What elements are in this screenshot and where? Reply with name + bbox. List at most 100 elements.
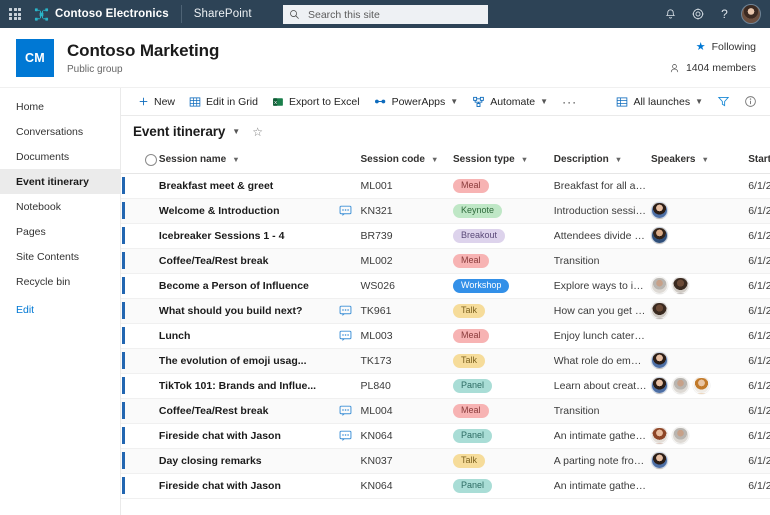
avatar[interactable]	[650, 352, 668, 369]
table-row[interactable]: Breakfast meet & greet ML001 Meal Breakfast…	[121, 173, 770, 199]
column-header-description[interactable]: Description ▼	[553, 147, 651, 174]
column-header-session-code[interactable]: Session code ▼	[360, 147, 453, 174]
table-row[interactable]: Day closing remarks KN037 Talk A parting no…	[121, 448, 770, 474]
cell-comment[interactable]	[334, 323, 361, 349]
row-select-checkbox[interactable]	[142, 373, 159, 399]
row-select-checkbox[interactable]	[142, 323, 159, 349]
table-row[interactable]: Fireside chat with Jason KN064 Panel An int…	[121, 423, 770, 449]
favorite-star-icon[interactable]: ☆	[252, 125, 263, 139]
contoso-logo[interactable]: Contoso Electronics	[34, 7, 169, 22]
comment-icon[interactable]	[334, 430, 356, 442]
chevron-down-icon[interactable]: ▼	[615, 155, 622, 164]
column-header-speakers[interactable]: Speakers ▼	[650, 147, 749, 174]
chevron-down-icon[interactable]: ▼	[232, 155, 239, 164]
row-select-checkbox[interactable]	[142, 223, 159, 249]
row-select-checkbox[interactable]	[142, 423, 159, 449]
sidebar-item-notebook[interactable]: Notebook	[0, 194, 120, 219]
cell-comment[interactable]	[334, 423, 361, 449]
cell-comment[interactable]	[334, 198, 361, 224]
sidebar-edit-link[interactable]: Edit	[0, 297, 120, 322]
avatar[interactable]	[650, 277, 668, 294]
avatar[interactable]	[671, 377, 689, 394]
cell-session-name[interactable]: Fireside chat with Jason	[158, 473, 335, 499]
members-button[interactable]: 1404 members	[669, 62, 756, 74]
row-select-checkbox[interactable]	[142, 398, 159, 424]
new-button[interactable]: New	[131, 89, 182, 115]
comment-icon[interactable]	[334, 305, 356, 317]
select-all-header[interactable]	[142, 147, 159, 174]
cell-session-name[interactable]: Become a Person of Influence	[158, 273, 335, 299]
view-selector-button[interactable]: All launches ▼	[609, 89, 710, 115]
sidebar-item-recycle-bin[interactable]: Recycle bin	[0, 269, 120, 294]
select-all-circle-icon[interactable]	[145, 153, 158, 166]
details-button[interactable]	[737, 89, 764, 115]
cell-session-name[interactable]: Coffee/Tea/Rest break	[158, 248, 335, 274]
cell-session-name[interactable]: TikTok 101: Brands and Influe...	[158, 373, 335, 399]
cell-session-name[interactable]: Fireside chat with Jason	[158, 423, 335, 449]
table-row[interactable]: Coffee/Tea/Rest break ML004 Meal Transition…	[121, 398, 770, 424]
avatar[interactable]	[650, 202, 668, 219]
sidebar-item-conversations[interactable]: Conversations	[0, 119, 120, 144]
cell-session-name[interactable]: Welcome & Introduction	[158, 198, 335, 224]
cell-session-name[interactable]: Coffee/Tea/Rest break	[158, 398, 335, 424]
cell-comment[interactable]	[334, 398, 361, 424]
column-header-start-time[interactable]: Start time▼	[748, 147, 770, 174]
avatar[interactable]	[671, 277, 689, 294]
export-to-excel-button[interactable]: X Export to Excel	[265, 89, 367, 115]
avatar[interactable]	[650, 302, 668, 319]
comment-icon[interactable]	[334, 205, 356, 217]
table-row[interactable]: Welcome & Introduction KN321 Keynote Introd…	[121, 198, 770, 224]
sidebar-item-documents[interactable]: Documents	[0, 144, 120, 169]
cell-session-name[interactable]: Breakfast meet & greet	[158, 173, 335, 199]
chevron-down-icon[interactable]: ▼	[521, 155, 528, 164]
cell-session-name[interactable]: Lunch	[158, 323, 335, 349]
app-name-sharepoint[interactable]: SharePoint	[194, 8, 252, 20]
table-row[interactable]: Fireside chat with Jason KN064 Panel An int…	[121, 473, 770, 499]
avatar[interactable]	[650, 227, 668, 244]
avatar[interactable]	[692, 377, 710, 394]
powerapps-button[interactable]: PowerApps ▼	[367, 89, 466, 115]
automate-button[interactable]: Automate ▼	[465, 89, 555, 115]
notifications-icon[interactable]	[657, 0, 684, 28]
chevron-down-icon[interactable]: ▼	[232, 127, 240, 136]
sidebar-item-event-itinerary[interactable]: Event itinerary	[0, 169, 120, 194]
site-search[interactable]	[283, 5, 488, 24]
overflow-menu-button[interactable]: ···	[555, 95, 584, 109]
row-select-checkbox[interactable]	[142, 473, 159, 499]
table-row[interactable]: TikTok 101: Brands and Influe... PL840 Pan…	[121, 373, 770, 399]
search-input[interactable]	[306, 7, 482, 22]
column-header-session-name[interactable]: Session name ▼	[158, 147, 361, 174]
cell-session-name[interactable]: Icebreaker Sessions 1 - 4	[158, 223, 335, 249]
avatar[interactable]	[650, 452, 668, 469]
comment-icon[interactable]	[334, 405, 356, 417]
row-select-checkbox[interactable]	[142, 298, 159, 324]
chevron-down-icon[interactable]: ▼	[701, 155, 708, 164]
table-row[interactable]: Lunch ML003 Meal Enjoy lunch catered b... 6/…	[121, 323, 770, 349]
avatar[interactable]	[671, 427, 689, 444]
row-select-checkbox[interactable]	[142, 348, 159, 374]
comment-icon[interactable]	[334, 330, 356, 342]
table-row[interactable]: What should you build next? TK961 Talk How …	[121, 298, 770, 324]
help-icon[interactable]: ?	[711, 0, 738, 28]
cell-comment[interactable]	[334, 298, 361, 324]
cell-session-name[interactable]: What should you build next?	[158, 298, 335, 324]
table-row[interactable]: The evolution of emoji usag... TK173 Talk W…	[121, 348, 770, 374]
cell-session-name[interactable]: The evolution of emoji usag...	[158, 348, 335, 374]
row-select-checkbox[interactable]	[142, 273, 159, 299]
row-select-checkbox[interactable]	[142, 448, 159, 474]
account-avatar[interactable]	[741, 4, 761, 24]
app-launcher-button[interactable]	[0, 0, 30, 28]
sidebar-item-home[interactable]: Home	[0, 94, 120, 119]
row-select-checkbox[interactable]	[142, 173, 159, 199]
cell-session-name[interactable]: Day closing remarks	[158, 448, 335, 474]
avatar[interactable]	[650, 377, 668, 394]
avatar[interactable]	[650, 427, 668, 444]
table-row[interactable]: Coffee/Tea/Rest break ML002 Meal Transition…	[121, 248, 770, 274]
column-header-session-type[interactable]: Session type ▼	[452, 147, 554, 174]
row-select-checkbox[interactable]	[142, 248, 159, 274]
row-select-checkbox[interactable]	[142, 198, 159, 224]
table-row[interactable]: Become a Person of Influence WS026 Worksho…	[121, 273, 770, 299]
settings-icon[interactable]	[684, 0, 711, 28]
chevron-down-icon[interactable]: ▼	[431, 155, 438, 164]
following-button[interactable]: ★ Following	[669, 40, 756, 54]
